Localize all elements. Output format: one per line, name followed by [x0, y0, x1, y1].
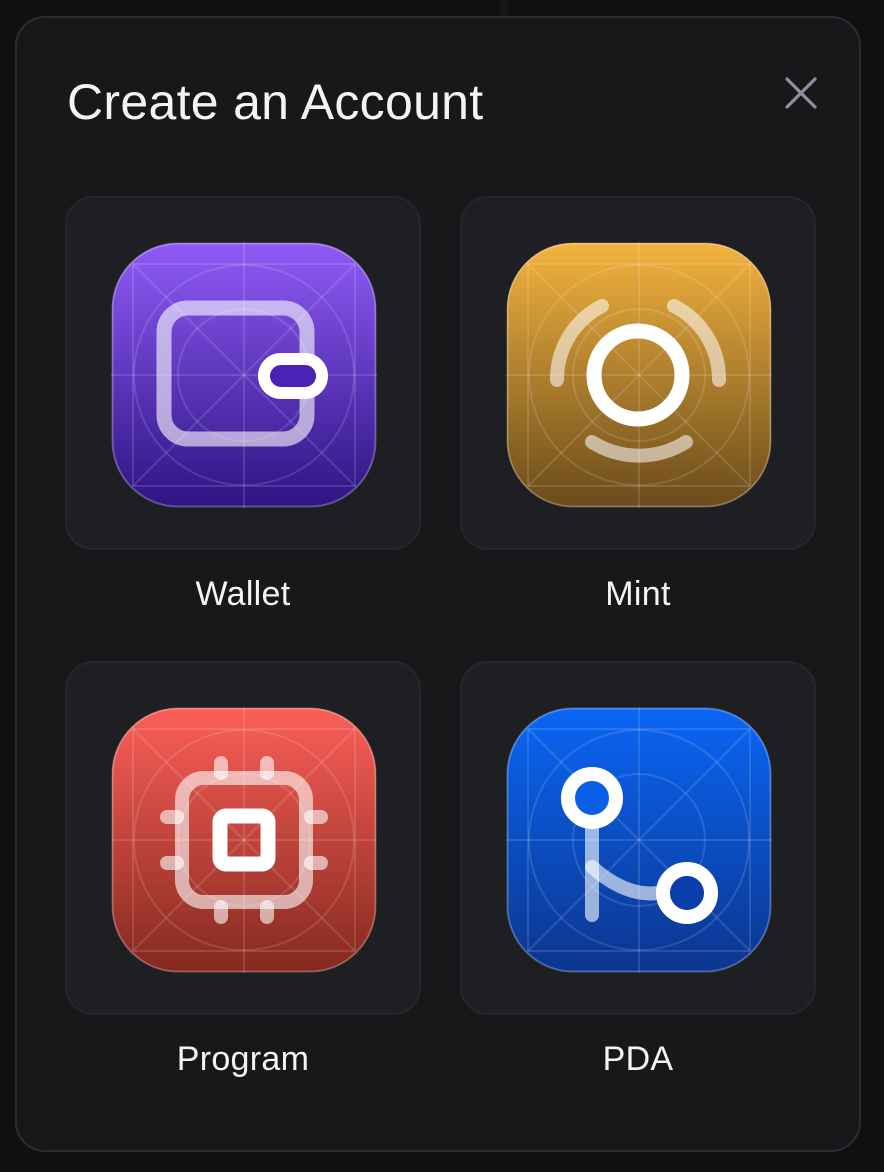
- create-account-dialog: Create an Account Wallet Mint Program PD…: [15, 16, 861, 1152]
- pda-tile[interactable]: [460, 661, 816, 1015]
- mint-tile[interactable]: [460, 196, 816, 550]
- account-option-pda[interactable]: PDA: [460, 661, 816, 1091]
- option-label-pda: PDA: [602, 1040, 674, 1078]
- wallet-tile[interactable]: [65, 196, 421, 550]
- option-label-wallet: Wallet: [195, 575, 291, 613]
- dialog-title: Create an Account: [67, 74, 484, 130]
- account-option-mint[interactable]: Mint: [460, 196, 816, 626]
- account-option-program[interactable]: Program: [65, 661, 421, 1091]
- chip-icon: [111, 707, 377, 973]
- account-option-wallet[interactable]: Wallet: [65, 196, 421, 626]
- wallet-icon: [111, 242, 377, 508]
- program-tile[interactable]: [65, 661, 421, 1015]
- backdrop-divider: [500, 0, 508, 16]
- option-label-mint: Mint: [605, 575, 671, 613]
- option-label-program: Program: [176, 1040, 310, 1078]
- pda-branch-icon: [506, 707, 772, 973]
- close-button[interactable]: [773, 68, 829, 118]
- mint-icon: [506, 242, 772, 508]
- close-icon: [785, 77, 817, 109]
